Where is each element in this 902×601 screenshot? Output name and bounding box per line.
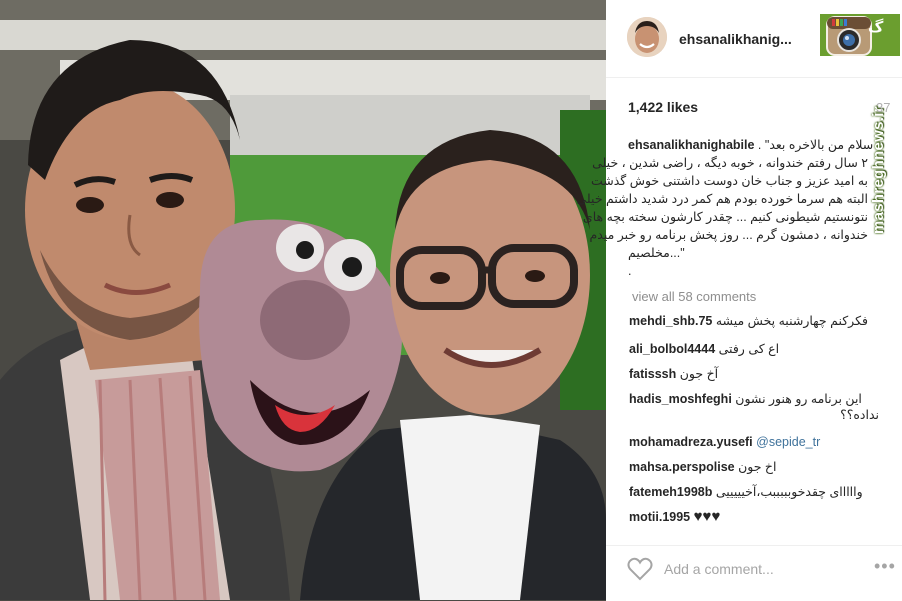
comment-text: اع کی رفتی [718, 342, 780, 356]
comment-mention-link[interactable]: @sepide_tr [756, 435, 820, 449]
caption-line: . [628, 264, 632, 278]
post-caption: ehsanalikhanighabile . "سلام من بالاخره … [576, 136, 873, 280]
comment-username[interactable]: mehdi_shb.75 [629, 314, 712, 328]
caption-line: به امید عزیز و جناب خان دوست داشتنی خوش … [590, 174, 868, 188]
comment-username[interactable]: fatisssh [629, 367, 676, 381]
avatar-image [627, 17, 667, 57]
view-all-comments-link[interactable]: view all 58 comments [632, 289, 756, 304]
comment-text: فکرکنم چهارشنبه پخش میشه [715, 314, 868, 328]
caption-line: البته هم سرما خورده بودم هم کمر درد شدید… [576, 192, 868, 206]
comment-text: وااااای چقدخوبببببب،آخیییییی [715, 485, 863, 499]
comment-bar: Add a comment... ••• [606, 545, 902, 601]
watermark: mashreghnews.ir [870, 106, 887, 234]
add-comment-input[interactable]: Add a comment... [664, 561, 774, 577]
comment-username[interactable]: mohamadreza.yusefi [629, 435, 753, 449]
photo-illustration [0, 0, 606, 601]
comment-username[interactable]: hadis_moshfeghi [629, 392, 732, 406]
instagram-camera-icon [826, 16, 872, 56]
comment-item: motii.1995 ♥♥♥ [629, 509, 879, 525]
brand-text: گ [868, 19, 884, 36]
comment-username[interactable]: fatemeh1998b [629, 485, 712, 499]
post-username[interactable]: ehsanalikhanig... [679, 31, 792, 47]
more-options-icon[interactable]: ••• [874, 556, 896, 577]
post-photo[interactable] [0, 0, 606, 601]
comment-item: fatemeh1998b وااااای چقدخوبببببب،آخییییی… [629, 484, 879, 500]
caption-line: خندوانه ، دمشون گرم ... روز پخش برنامه ر… [589, 228, 868, 242]
comment-username[interactable]: ali_bolbol4444 [629, 342, 715, 356]
likes-count[interactable]: 1,422 likes [628, 99, 698, 115]
comment-item: fatisssh آخ جون [629, 366, 879, 382]
post-timestamp: 37 [876, 100, 891, 115]
comment-text: این برنامه رو هنور نشون [735, 392, 862, 406]
caption-line: نتونستیم شیطونی کنیم ... چقدر کارشون سخت… [582, 210, 868, 224]
comment-text: ♥♥♥ [693, 508, 721, 525]
comment-username[interactable]: motii.1995 [629, 510, 690, 524]
comment-item: mohamadreza.yusefi @sepide_tr [629, 434, 879, 450]
comment-item: mahsa.perspolise اخ جون [629, 459, 879, 475]
comment-username[interactable]: mahsa.perspolise [629, 460, 735, 474]
post-header: ehsanalikhanig... گ [606, 0, 902, 78]
avatar[interactable] [627, 17, 667, 57]
comment-item: hadis_moshfeghi این برنامه رو هنور نشون … [629, 391, 879, 423]
comment-text: اخ جون [738, 460, 777, 474]
caption-line: "...مخلصیم [628, 246, 685, 260]
comment-item: mehdi_shb.75 فکرکنم چهارشنبه پخش میشه [629, 313, 879, 329]
comment-text: آخ جون [679, 367, 719, 381]
comment-text: نداده؟؟ [840, 408, 879, 422]
comment-item: ali_bolbol4444 اع کی رفتی [629, 341, 879, 357]
caption-username[interactable]: ehsanalikhanighabile [628, 138, 754, 152]
caption-line: ۲ سال رفتم خندوانه ، خوبه دیگه ، راضی شد… [592, 156, 868, 170]
heart-outline-icon[interactable] [627, 557, 653, 581]
post-sidebar: ehsanalikhanig... گ mashreghnews.ir 1,42… [576, 0, 902, 601]
caption-line: . "سلام من بالاخره بعد [757, 138, 874, 152]
